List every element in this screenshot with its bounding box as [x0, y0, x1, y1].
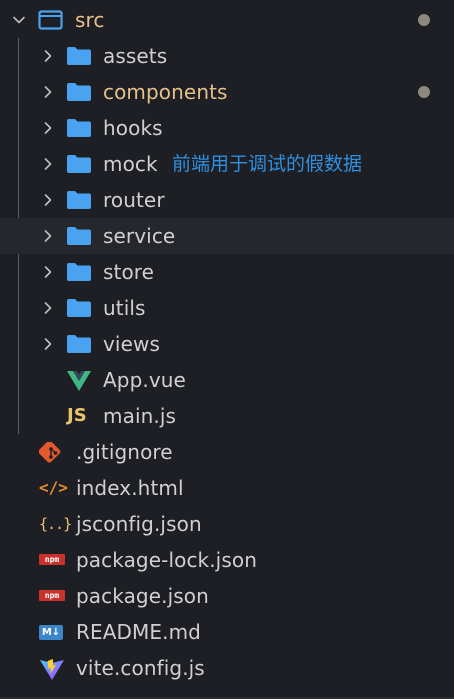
- chevron-right-icon[interactable]: [40, 264, 56, 280]
- tree-item-package-lock-json[interactable]: npm package-lock.json: [0, 542, 454, 578]
- folder-label: src: [75, 8, 105, 32]
- tree-item-store[interactable]: store: [0, 254, 454, 290]
- tree-item-views[interactable]: views: [0, 326, 454, 362]
- git-icon: [39, 442, 67, 463]
- tree-item-package-json[interactable]: npm package.json: [0, 578, 454, 614]
- npm-icon: npm: [39, 590, 65, 601]
- file-label: vite.config.js: [76, 656, 205, 680]
- tree-item-hooks[interactable]: hooks: [0, 110, 454, 146]
- tree-item-jsconfig-json[interactable]: {..} jsconfig.json: [0, 506, 454, 542]
- folder-icon: [66, 334, 94, 354]
- vite-icon: [39, 658, 67, 680]
- folder-label: assets: [103, 44, 168, 68]
- folder-icon: [66, 82, 94, 102]
- tree-item-index-html[interactable]: </> index.html: [0, 470, 454, 506]
- tree-item-mock[interactable]: mock 前端用于调试的假数据: [0, 146, 454, 182]
- tree-item-service[interactable]: service: [0, 218, 454, 254]
- chevron-right-icon[interactable]: [40, 84, 56, 100]
- folder-label: hooks: [103, 116, 163, 140]
- chevron-right-icon[interactable]: [40, 192, 56, 208]
- folder-icon: [66, 226, 94, 246]
- tree-item-main-js[interactable]: JS main.js: [0, 398, 454, 434]
- file-label: package-lock.json: [76, 548, 257, 572]
- tree-item-assets[interactable]: assets: [0, 38, 454, 74]
- file-label: jsconfig.json: [76, 512, 202, 536]
- folder-label: mock: [103, 152, 158, 176]
- folder-label: store: [103, 260, 155, 284]
- chevron-right-icon[interactable]: [40, 120, 56, 136]
- tree-item-src[interactable]: src: [0, 2, 454, 38]
- folder-open-icon: [38, 10, 66, 30]
- html-icon: </>: [39, 478, 68, 497]
- file-label: README.md: [76, 620, 201, 644]
- json-icon: {..}: [39, 515, 72, 533]
- folder-label: views: [103, 332, 160, 356]
- mock-annotation: 前端用于调试的假数据: [172, 153, 363, 175]
- chevron-right-icon[interactable]: [40, 300, 56, 316]
- folder-icon: [66, 46, 94, 66]
- tree-item-gitignore[interactable]: .gitignore: [0, 434, 454, 470]
- file-explorer: src assets components hooks mock 前端用于调试的…: [0, 0, 454, 699]
- chevron-right-icon[interactable]: [40, 336, 56, 352]
- folder-icon: [66, 154, 94, 174]
- file-label: main.js: [103, 404, 177, 428]
- file-label: package.json: [76, 584, 209, 608]
- js-icon: JS: [67, 405, 87, 426]
- folder-icon: [66, 262, 94, 282]
- folder-label: utils: [103, 296, 146, 320]
- tree-item-utils[interactable]: utils: [0, 290, 454, 326]
- folder-label: router: [103, 188, 165, 212]
- tree-item-app-vue[interactable]: App.vue: [0, 362, 454, 398]
- chevron-right-icon[interactable]: [40, 156, 56, 172]
- folder-icon: [66, 298, 94, 318]
- markdown-icon: M↓: [39, 625, 63, 640]
- chevron-right-icon[interactable]: [40, 228, 56, 244]
- folder-label: components: [103, 80, 228, 104]
- chevron-right-icon[interactable]: [40, 48, 56, 64]
- tree-item-components[interactable]: components: [0, 74, 454, 110]
- npm-icon: npm: [39, 554, 65, 565]
- tree-item-readme-md[interactable]: M↓ README.md: [0, 614, 454, 650]
- folder-label: service: [103, 224, 176, 248]
- file-label: index.html: [76, 476, 184, 500]
- modified-indicator: [418, 14, 430, 26]
- vue-icon: [66, 370, 94, 391]
- folder-icon: [66, 118, 94, 138]
- file-label: App.vue: [103, 368, 186, 392]
- folder-icon: [66, 190, 94, 210]
- tree-item-router[interactable]: router: [0, 182, 454, 218]
- chevron-down-icon[interactable]: [11, 12, 27, 28]
- file-label: .gitignore: [76, 440, 173, 464]
- tree-item-vite-config-js[interactable]: vite.config.js: [0, 650, 454, 686]
- modified-indicator: [418, 86, 430, 98]
